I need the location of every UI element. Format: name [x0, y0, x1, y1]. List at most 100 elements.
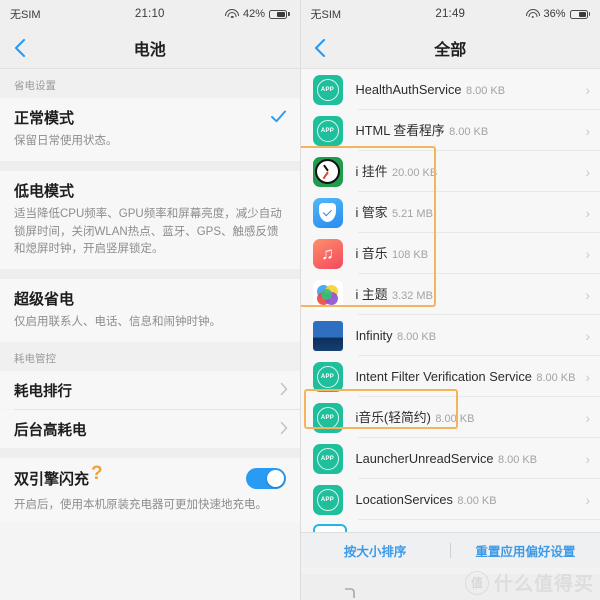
clock-widget-icon: [312, 156, 343, 187]
app-size: 108 KB: [391, 248, 429, 261]
chevron-right-icon: ›: [585, 327, 590, 344]
app-size: 5.21 MB: [391, 207, 433, 220]
app-name: i音乐(轻简约): [355, 409, 431, 425]
list-item[interactable]: LogSystem ›: [300, 520, 600, 532]
power-ranking-label: 耗电排行: [14, 383, 72, 400]
app-size: 8.00 KB: [449, 125, 489, 138]
sort-by-size-button[interactable]: 按大小排序: [301, 541, 450, 560]
app-generic-icon: APP: [312, 115, 343, 146]
chevron-right-icon: ›: [585, 409, 590, 426]
page-title: 全部: [434, 42, 467, 59]
navbar-home-placeholder: [430, 581, 470, 600]
section-gap-1: [0, 160, 300, 171]
section-header-power-saving: 省电设置: [0, 69, 300, 98]
low-power-mode-title: 低电模式: [14, 182, 75, 200]
left-battery-percent: 42%: [242, 8, 265, 20]
section-gap-3: [0, 448, 300, 459]
app-list[interactable]: APP HealthAuthService 8.00 KB › APP HTML…: [300, 69, 600, 532]
app-name: HTML 查看程序: [355, 122, 445, 138]
app-name: HealthAuthService: [355, 81, 462, 97]
chevron-right-icon: ›: [585, 491, 590, 508]
chevron-right-icon: ›: [585, 204, 590, 221]
app-name: i 挂件: [355, 163, 388, 179]
battery-icon: [269, 9, 290, 19]
normal-mode-desc: 保留日常使用状态。: [0, 132, 300, 161]
chevron-right-icon: [280, 382, 288, 399]
list-item[interactable]: APP i音乐(轻简约) 8.00 KB ›: [300, 397, 600, 438]
battery-icon: [569, 9, 590, 19]
right-navbar-gap: [300, 567, 600, 574]
sidebar-item-power-ranking[interactable]: 耗电排行: [0, 371, 300, 410]
list-item[interactable]: APP Intent Filter Verification Service 8…: [300, 356, 600, 397]
normal-mode-card[interactable]: 正常模式 保留日常使用状态。: [0, 98, 300, 161]
list-item[interactable]: i 主题 3.32 MB ›: [300, 274, 600, 315]
background-high-drain-label: 后台高耗电: [14, 422, 87, 439]
flash-charge-toggle[interactable]: [245, 468, 286, 490]
left-status-bar: 无SIM 21:10 42%: [0, 0, 300, 28]
chevron-right-icon: [280, 421, 288, 438]
chevron-right-icon: ›: [585, 122, 590, 139]
navbar-back-icon[interactable]: [330, 581, 370, 600]
chevron-right-icon: ›: [585, 163, 590, 180]
super-power-save-desc: 仅启用联系人、电话、信息和闹钟时钟。: [0, 313, 300, 343]
sidebar-item-background-high-drain[interactable]: 后台高耗电: [0, 410, 300, 449]
app-size: 8.00 KB: [457, 494, 497, 507]
list-item[interactable]: i 挂件 20.00 KB ›: [300, 151, 600, 192]
super-power-save-card[interactable]: 超级省电 仅启用联系人、电话、信息和闹钟时钟。: [0, 279, 300, 343]
shield-manager-icon: [312, 197, 343, 228]
chevron-right-icon: ›: [585, 245, 590, 262]
question-mark-icon[interactable]: ?: [91, 464, 103, 483]
chevron-right-icon: ›: [585, 368, 590, 385]
navbar-menu-placeholder: [530, 581, 570, 600]
app-name: Intent Filter Verification Service: [355, 368, 532, 384]
right-panel-all-apps: 无SIM 21:49 36% 全部 APP HealthAuthService: [300, 0, 600, 600]
app-size: 20.00 KB: [391, 166, 438, 179]
wifi-icon: [225, 9, 240, 19]
app-generic-icon: APP: [312, 74, 343, 105]
dual-screenshot-container: 无SIM 21:10 42% 电池 省电设置 正常模式 保留日常使用状态。 低电…: [0, 0, 600, 600]
page-title: 电池: [133, 42, 166, 59]
wifi-icon: [525, 9, 540, 19]
flash-charge-label-group: 双引擎闪充 ?: [14, 464, 103, 489]
back-chevron-icon[interactable]: [301, 28, 341, 68]
reset-app-preferences-button[interactable]: 重置应用偏好设置: [451, 541, 600, 560]
music-note-icon: ♫: [312, 238, 343, 269]
right-battery-percent: 36%: [543, 8, 566, 20]
low-power-mode-card[interactable]: 低电模式 适当降低CPU频率、GPU频率和屏幕亮度，减少自动锁屏时间，关闭WLA…: [0, 170, 300, 270]
app-size: 8.00 KB: [435, 412, 475, 425]
chevron-right-icon: ›: [585, 286, 590, 303]
back-chevron-icon[interactable]: [0, 28, 40, 68]
app-size: 8.00 KB: [396, 330, 437, 343]
app-generic-icon: APP: [312, 484, 343, 515]
left-title-bar: 电池: [0, 28, 300, 69]
list-item[interactable]: APP LauncherUnreadService 8.00 KB ›: [300, 438, 600, 479]
right-status-bar: 无SIM 21:49 36%: [300, 0, 600, 28]
log-system-icon: [312, 523, 347, 532]
chevron-right-icon: ›: [585, 450, 590, 467]
list-item[interactable]: i 管家 5.21 MB ›: [300, 192, 600, 233]
right-title-bar: 全部: [300, 28, 600, 69]
flash-charge-desc: 开启后，使用本机原装充电器可更加快速地充电。: [0, 491, 300, 523]
app-size: 3.32 MB: [391, 289, 433, 302]
low-power-mode-desc: 适当降低CPU频率、GPU频率和屏幕亮度，减少自动锁屏时间，关闭WLAN热点、蓝…: [0, 204, 300, 270]
section-gap-2: [0, 269, 300, 280]
list-item[interactable]: APP HTML 查看程序 8.00 KB ›: [300, 110, 600, 151]
app-size: 8.00 KB: [536, 371, 576, 384]
list-item[interactable]: APP HealthAuthService 8.00 KB ›: [300, 69, 600, 110]
list-item[interactable]: ♫ i 音乐 108 KB ›: [300, 233, 600, 274]
check-icon: [270, 109, 286, 126]
wallpaper-image-icon: [312, 320, 343, 351]
app-name: i 管家: [355, 204, 388, 220]
theme-flower-icon: [312, 279, 343, 310]
list-item[interactable]: APP LocationServices 8.00 KB ›: [300, 479, 600, 520]
left-panel-battery-settings: 无SIM 21:10 42% 电池 省电设置 正常模式 保留日常使用状态。 低电…: [0, 0, 301, 600]
app-name: i 主题: [355, 286, 388, 302]
section-header-consumption: 耗电管控: [0, 342, 300, 372]
app-name: LocationServices: [355, 491, 453, 507]
app-list-action-bar: 按大小排序 重置应用偏好设置: [300, 532, 600, 567]
app-generic-icon: APP: [312, 443, 343, 474]
left-settings-list: 省电设置 正常模式 保留日常使用状态。 低电模式 适当降低CPU频率、GPU频率…: [0, 69, 300, 600]
app-size: 8.00 KB: [465, 84, 506, 97]
list-item[interactable]: Infinity 8.00 KB ›: [300, 315, 600, 356]
app-name: LauncherUnreadService: [355, 450, 494, 466]
